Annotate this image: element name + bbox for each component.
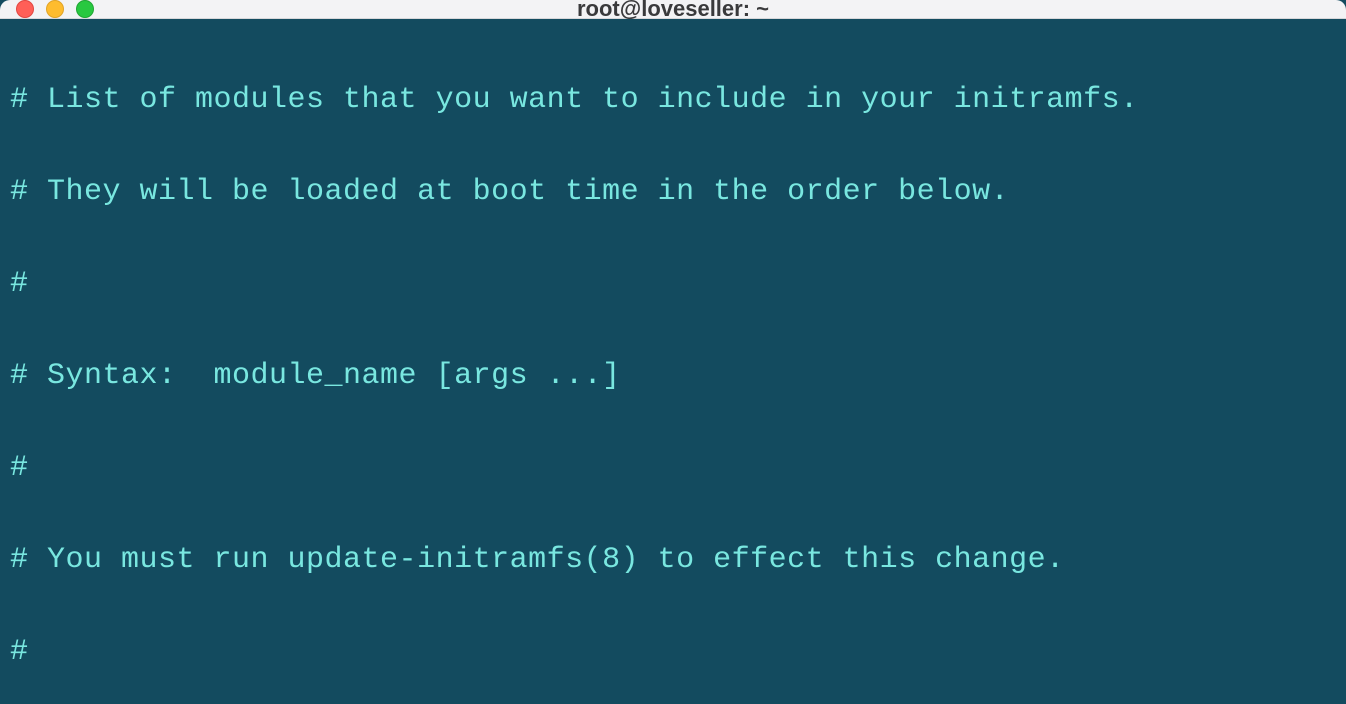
comment-line: # — [10, 635, 29, 669]
comment-line: # Syntax: module_name [args ...] — [10, 359, 621, 393]
comment-line: # — [10, 267, 29, 301]
window-controls — [16, 0, 94, 18]
zoom-icon[interactable] — [76, 0, 94, 18]
terminal-window: root@loveseller: ~ # List of modules tha… — [0, 0, 1346, 704]
comment-line: # List of modules that you want to inclu… — [10, 83, 1139, 117]
comment-line: # — [10, 451, 29, 485]
minimize-icon[interactable] — [46, 0, 64, 18]
close-icon[interactable] — [16, 0, 34, 18]
titlebar: root@loveseller: ~ — [0, 0, 1346, 19]
terminal-body[interactable]: # List of modules that you want to inclu… — [0, 19, 1346, 704]
comment-line: # They will be loaded at boot time in th… — [10, 175, 1009, 209]
comment-line: # You must run update-initramfs(8) to ef… — [10, 543, 1065, 577]
